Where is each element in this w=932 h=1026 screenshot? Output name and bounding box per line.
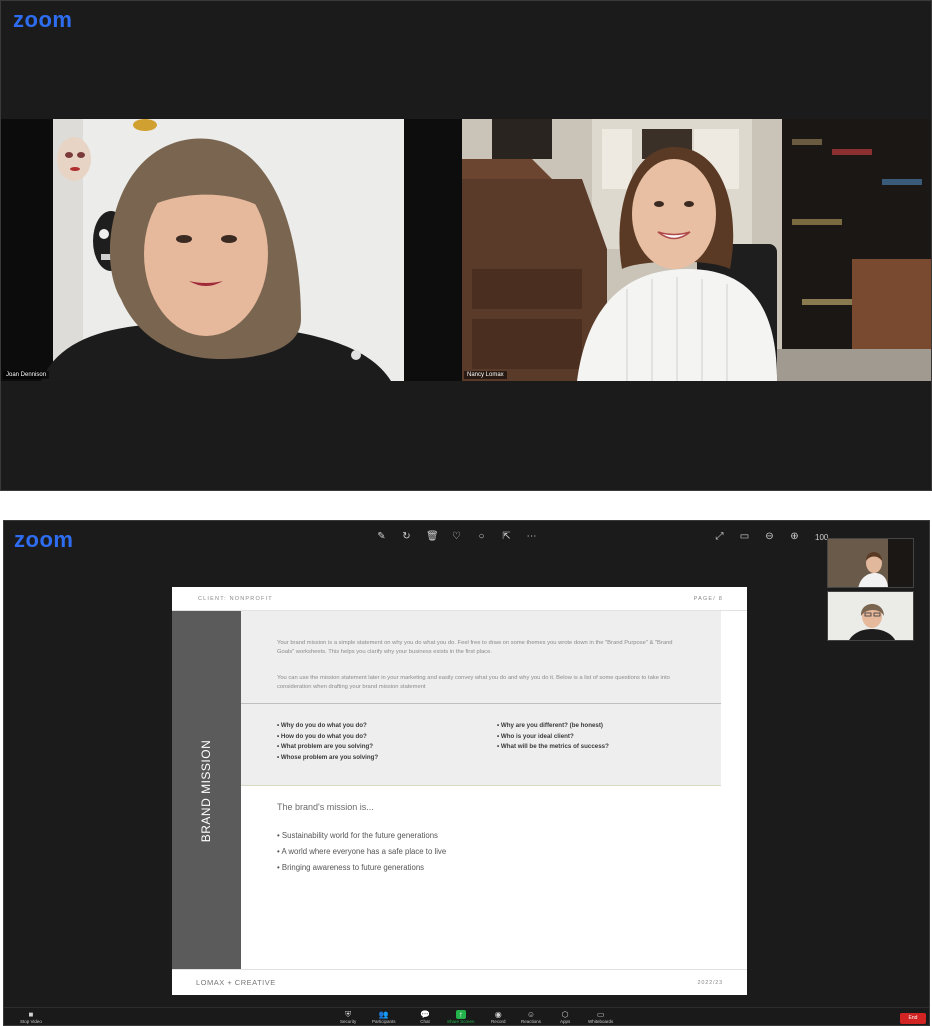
doc-footer-brand: LOMAX + CREATIVE (196, 978, 276, 987)
share-icon[interactable]: ⇱ (501, 531, 512, 542)
participant-name-2: Nancy Lomax (464, 371, 507, 379)
zoom-logo: zoom (13, 7, 73, 32)
zoom-gallery-window: zoom Joan Dennison Nancy Lomax (0, 0, 932, 491)
smiley-icon: ☺ (526, 1010, 536, 1019)
questions-left: Why do you do what you do? How do you do… (277, 721, 378, 763)
thumbnail-participant-1[interactable] (827, 538, 914, 588)
doc-footer-year: 2022/23 (697, 980, 723, 986)
chat-bubble-icon: 💬 (420, 1010, 430, 1019)
doc-sidebar: BRAND MISSION (172, 611, 241, 969)
heart-icon[interactable]: ♡ (451, 531, 462, 542)
meeting-controls: ■ Stop Video ⛨ Security 👥 Participants 💬… (4, 1007, 929, 1025)
apps-label: Apps (560, 1019, 571, 1024)
doc-intro-paragraph-1: Your brand mission is a simple statement… (277, 640, 673, 655)
participant-tile-1[interactable]: Joan Dennison (1, 119, 404, 381)
share-screen-button[interactable]: ↑ Share Screen (447, 1010, 475, 1024)
doc-mission: The brand's mission is... Sustainability… (241, 786, 721, 969)
reactions-label: Reactions (521, 1019, 542, 1024)
question-item: What will be the metrics of success? (497, 742, 609, 753)
record-icon: ◉ (494, 1010, 502, 1019)
circle-icon[interactable]: ○ (476, 531, 487, 542)
video-camera-icon: ■ (28, 1010, 34, 1019)
participant-tile-2[interactable]: Nancy Lomax (462, 119, 931, 381)
questions-right: Why are you different? (be honest) Who i… (497, 721, 609, 753)
mission-item: A world where everyone has a safe place … (277, 844, 446, 860)
fullscreen-icon[interactable]: ⤢ (714, 531, 725, 542)
whiteboards-button[interactable]: ▭ Whiteboards (588, 1010, 613, 1024)
share-arrow-icon: ↑ (455, 1010, 466, 1019)
redo-icon[interactable]: ↻ (401, 531, 412, 542)
people-icon: 👥 (378, 1010, 389, 1019)
question-item: Why are you different? (be honest) (497, 721, 609, 732)
participants-button[interactable]: 👥 Participants (372, 1010, 396, 1024)
thumbnail-video-1 (828, 539, 913, 587)
participants-label: Participants (372, 1019, 396, 1024)
mission-title: The brand's mission is... (277, 802, 374, 812)
trash-icon[interactable]: 🗑 (426, 531, 439, 542)
more-icon[interactable]: ⋯ (526, 531, 537, 542)
doc-questions: Why do you do what you do? How do you do… (241, 704, 721, 786)
security-button[interactable]: ⛨ Security (340, 1010, 356, 1024)
annotation-toolbar: ✎ ↻ 🗑 ♡ ○ ⇱ ⋯ (376, 531, 537, 542)
window-icon[interactable]: ▭ (739, 531, 750, 542)
question-item: How do you do what you do? (277, 732, 378, 743)
question-item: Whose problem are you solving? (277, 753, 378, 764)
view-toolbar: ⤢ ▭ ⊖ ⊕ (714, 531, 800, 542)
zoom-in-icon[interactable]: ⊕ (789, 531, 800, 542)
question-item: Why do you do what you do? (277, 721, 378, 732)
mission-item: Sustainability world for the future gene… (277, 828, 446, 844)
reactions-button[interactable]: ☺ Reactions (521, 1010, 541, 1024)
record-button[interactable]: ◉ Record (491, 1010, 506, 1024)
shield-icon: ⛨ (345, 1010, 352, 1019)
zoom-share-window: zoom ✎ ↻ 🗑 ♡ ○ ⇱ ⋯ ⤢ ▭ ⊖ ⊕ 100 CLIENT: N… (3, 520, 930, 1026)
doc-client-label: CLIENT: NONPROFIT (198, 596, 273, 602)
doc-main: Your brand mission is a simple statement… (241, 611, 721, 969)
zoom-out-icon[interactable]: ⊖ (764, 531, 775, 542)
annotate-icon[interactable]: ✎ (376, 531, 387, 542)
stop-video-label: Stop Video (20, 1019, 42, 1024)
record-label: Record (491, 1019, 506, 1024)
thumbnail-video-2 (828, 592, 913, 640)
whiteboard-icon: ▭ (596, 1010, 605, 1019)
question-item: Who is your ideal client? (497, 732, 609, 743)
mission-list: Sustainability world for the future gene… (277, 828, 446, 876)
participant-name-1: Joan Dennison (3, 371, 50, 379)
question-item: What problem are you solving? (277, 742, 378, 753)
apps-icon: ⬡ (561, 1010, 569, 1019)
stop-video-button[interactable]: ■ Stop Video (20, 1010, 42, 1024)
doc-footer: LOMAX + CREATIVE 2022/23 (172, 969, 747, 995)
chat-button[interactable]: 💬 Chat (420, 1010, 430, 1024)
doc-intro: Your brand mission is a simple statement… (241, 611, 721, 704)
doc-intro-paragraph-2: You can use the mission statement later … (277, 675, 670, 690)
apps-button[interactable]: ⬡ Apps (560, 1010, 570, 1024)
doc-sidebar-title: BRAND MISSION (199, 739, 213, 843)
whiteboards-label: Whiteboards (588, 1019, 614, 1024)
doc-header: CLIENT: NONPROFIT PAGE/ 8 (172, 587, 747, 611)
doc-page-label: PAGE/ 8 (693, 596, 723, 602)
end-meeting-button[interactable]: End (900, 1013, 926, 1024)
share-screen-label: Share Screen (447, 1019, 475, 1024)
participant-video-1 (1, 119, 404, 381)
security-label: Security (340, 1019, 357, 1024)
zoom-logo-share: zoom (14, 527, 74, 552)
shared-document: CLIENT: NONPROFIT PAGE/ 8 BRAND MISSION … (172, 587, 747, 995)
participant-video-2 (462, 119, 931, 381)
chat-label: Chat (420, 1019, 430, 1024)
thumbnail-participant-2[interactable] (827, 591, 914, 641)
mission-item: Bringing awareness to future generations (277, 860, 446, 876)
